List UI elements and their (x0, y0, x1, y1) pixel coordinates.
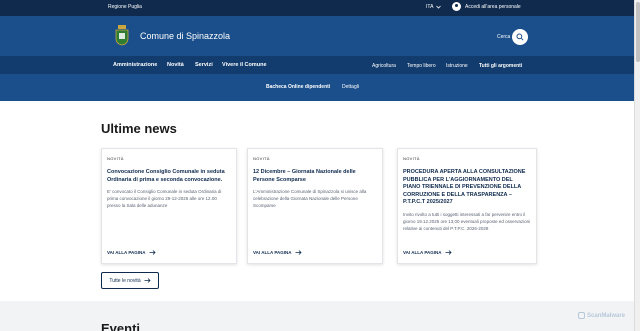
top-bar: Regione Puglia ITA Accedi all'area perso… (0, 0, 634, 16)
region-link[interactable]: Regione Puglia (108, 4, 142, 10)
arrow-right-icon (445, 250, 452, 255)
news-card: NOVITÀ PROCEDURA APERTA ALLA CONSULTAZIO… (397, 148, 537, 264)
notice-title: Bacheca Online dipendenti (266, 84, 331, 90)
arrow-right-icon (149, 250, 156, 255)
watermark-text: ScanMalware (587, 312, 626, 319)
all-news-label: Tutte le novità (109, 277, 141, 284)
news-card-title[interactable]: 12 Dicembre – Giornata Nazionale delle P… (253, 169, 377, 184)
user-icon (452, 2, 461, 11)
language-selector[interactable]: ITA (426, 4, 442, 10)
arrow-right-icon (295, 250, 302, 255)
page-scrollbar[interactable] (634, 0, 640, 331)
municipality-crest-icon[interactable] (114, 24, 130, 46)
news-card: NOVITÀ 12 Dicembre – Giornata Nazionale … (247, 148, 383, 264)
events-section-title: Eventi (101, 321, 141, 331)
shield-icon (578, 312, 585, 319)
nav-item-vivere-il-comune[interactable]: Vivere il Comune (222, 62, 267, 68)
search-icon (516, 33, 524, 41)
site-header: Comune di Spinazzola Cerca (0, 16, 634, 56)
news-card-link-label: VAI ALLA PAGINA (107, 250, 146, 255)
events-section (0, 301, 634, 331)
topic-link-tempo-libero[interactable]: Tempo libero (407, 63, 436, 69)
arrow-right-icon (144, 278, 151, 283)
news-card-link[interactable]: VAI ALLA PAGINA (253, 250, 302, 255)
news-card-description: E' convocato il Consiglio Comunale in se… (107, 189, 222, 208)
main-navigation: Amministrazione Novità Servizi Vivere il… (0, 56, 634, 74)
language-label: ITA (426, 4, 434, 10)
search-button[interactable] (512, 29, 528, 45)
notice-banner: Bacheca Online dipendenti Dettagli (0, 74, 634, 101)
news-card-title[interactable]: PROCEDURA APERTA ALLA CONSULTAZIONE PUBB… (403, 169, 531, 207)
watermark-logo: ScanMalware (578, 312, 625, 319)
site-title[interactable]: Comune di Spinazzola (140, 31, 230, 41)
topic-link-all[interactable]: Tutti gli argomenti (479, 63, 522, 69)
topic-link-agricoltura[interactable]: Agricoltura (372, 63, 396, 69)
notice-details-link[interactable]: Dettagli (342, 84, 359, 90)
login-button[interactable]: Accedi all'area personale (452, 2, 521, 11)
news-card-description: Invito rivolto a tutti i soggetti intere… (403, 211, 531, 231)
news-card-link-label: VAI ALLA PAGINA (403, 250, 442, 255)
nav-item-servizi[interactable]: Servizi (195, 62, 213, 68)
all-news-button[interactable]: Tutte le novità (101, 272, 159, 289)
scrollbar-thumb[interactable] (636, 2, 640, 62)
news-section-title: Ultime news (101, 121, 177, 136)
news-card-title[interactable]: Convocazione Consiglio Comunale in sedut… (107, 169, 231, 184)
topic-link-istruzione[interactable]: Istruzione (446, 63, 468, 69)
search-label: Cerca (497, 34, 511, 40)
nav-item-novita[interactable]: Novità (167, 62, 184, 68)
nav-item-amministrazione[interactable]: Amministrazione (113, 62, 157, 68)
news-card-description: L'Amministrazione Comunale di Spinazzola… (253, 189, 367, 208)
news-card-link-label: VAI ALLA PAGINA (253, 250, 292, 255)
news-card-category: NOVITÀ (107, 156, 124, 161)
news-card-link[interactable]: VAI ALLA PAGINA (403, 250, 452, 255)
news-card-link[interactable]: VAI ALLA PAGINA (107, 250, 156, 255)
chevron-down-icon (436, 5, 442, 9)
news-card-category: NOVITÀ (403, 156, 420, 161)
news-card-category: NOVITÀ (253, 156, 270, 161)
news-card: NOVITÀ Convocazione Consiglio Comunale i… (101, 148, 237, 264)
login-label: Accedi all'area personale (465, 3, 521, 10)
